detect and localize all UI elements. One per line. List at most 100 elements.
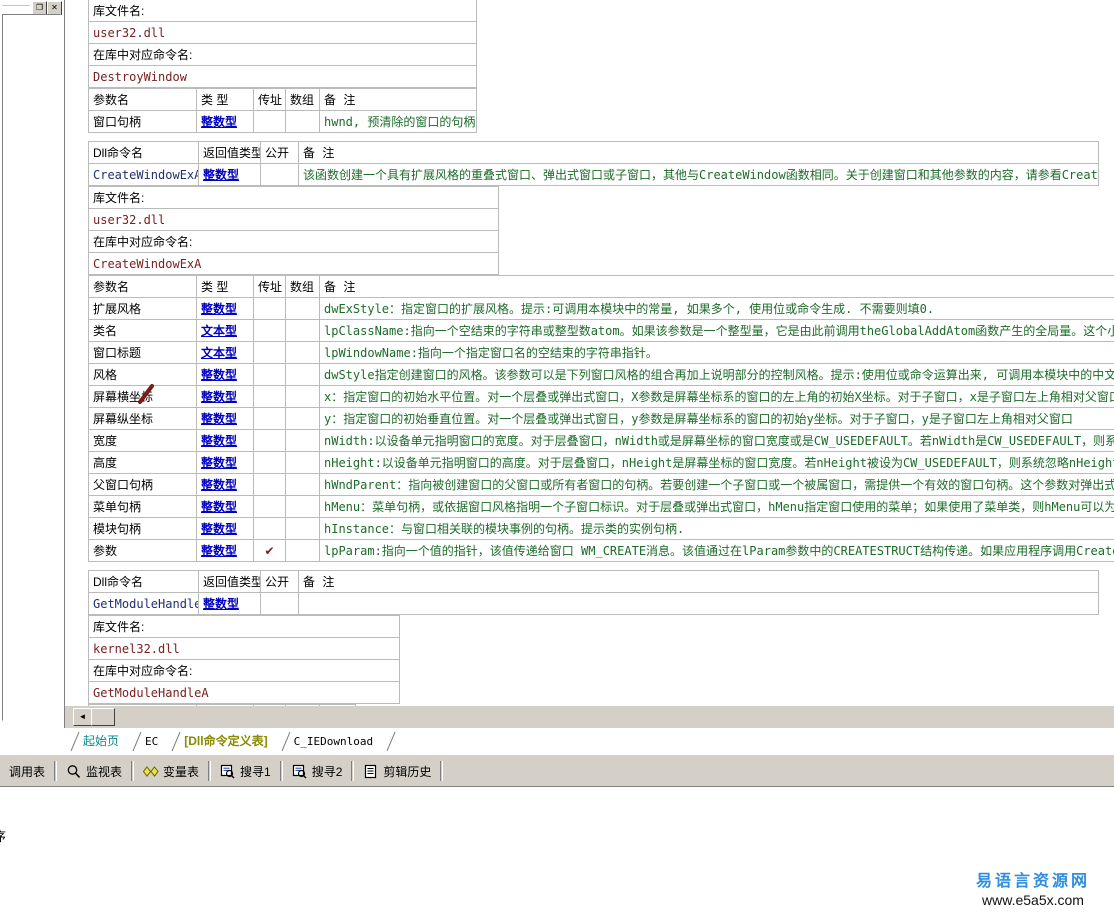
table-row[interactable]: 父窗口句柄整数型 hWndParent：指向被创建窗口的父窗口或所有者窗口的句柄。… [89, 474, 1114, 496]
cell-by-ref[interactable] [254, 298, 286, 320]
dll-definition-table-editor[interactable]: 库文件名:user32.dll在库中对应命令名:DestroyWindow参数名… [65, 0, 1114, 706]
table-row[interactable]: 模块句柄整数型hInstance：与窗口相关联的模块事例的句柄。提示类的实例句柄… [89, 518, 1114, 540]
type-link[interactable]: 整数型 [201, 544, 237, 558]
cell-param-type[interactable]: 整数型 [197, 540, 254, 562]
cell-param-remark[interactable]: x：指定窗口的初始水平位置。对一个层叠或弹出式窗口，X参数是屏幕坐标系的窗口的左… [320, 386, 1114, 408]
cell-by-ref[interactable] [254, 496, 286, 518]
cell-param-name[interactable]: 屏幕横坐标 [89, 386, 197, 408]
cell-array[interactable] [286, 298, 320, 320]
cell-param-remark[interactable]: hwnd, 预清除的窗口的句柄 [320, 111, 477, 133]
cell-by-ref[interactable] [254, 518, 286, 540]
cell-param-name[interactable]: 窗口句柄 [89, 111, 197, 133]
cell-param-name[interactable]: 宽度 [89, 430, 197, 452]
cell-param-type[interactable]: 整数型 [197, 298, 254, 320]
table-row[interactable]: CreateWindowExA [89, 253, 499, 275]
bottom-tool-4[interactable]: 搜寻1 [211, 759, 280, 783]
cell-array[interactable] [286, 474, 320, 496]
cell-param-name[interactable]: 参数 [89, 540, 197, 562]
scroll-left-button[interactable]: ◄ [73, 708, 92, 726]
horizontal-scrollbar[interactable]: ◄ [65, 706, 1114, 728]
cell-param-remark[interactable]: hWndParent：指向被创建窗口的父窗口或所有者窗口的句柄。若要创建一个子窗… [320, 474, 1114, 496]
bottom-tool-1[interactable]: 调用表 [0, 759, 54, 783]
table-row[interactable]: DestroyWindow [89, 66, 477, 88]
type-link[interactable]: 整数型 [201, 500, 237, 514]
bottom-tool-6[interactable]: 剪辑历史 [354, 759, 440, 783]
cell-param-name[interactable]: 类名 [89, 320, 197, 342]
document-tab-1[interactable]: 起始页 [70, 731, 135, 752]
type-link[interactable]: 整数型 [203, 168, 239, 182]
cell-remark[interactable]: 该函数创建一个具有扩展风格的重叠式窗口、弹出式窗口或子窗口，其他与CreateW… [299, 164, 1099, 186]
type-link[interactable]: 整数型 [201, 368, 237, 382]
cell-by-ref[interactable]: ✔ [254, 540, 286, 562]
bottom-tool-bar[interactable]: 调用表监视表变量表搜寻1搜寻2剪辑历史 [0, 754, 1114, 787]
table-row[interactable]: GetModuleHandle_整数整数型 [89, 593, 1099, 615]
cell-by-ref[interactable] [254, 408, 286, 430]
cell-by-ref[interactable] [254, 342, 286, 364]
cell-param-type[interactable]: 整数型 [197, 111, 254, 133]
cell-array[interactable] [286, 386, 320, 408]
cell-by-ref[interactable] [254, 111, 286, 133]
cell-param-type[interactable]: 整数型 [197, 474, 254, 496]
bottom-tool-2[interactable]: 监视表 [57, 759, 131, 783]
mdi-close-button[interactable]: ✕ [47, 1, 62, 15]
cell-param-name[interactable]: 高度 [89, 452, 197, 474]
cell-param-type[interactable]: 整数型 [197, 386, 254, 408]
cell-by-ref[interactable] [254, 474, 286, 496]
cell-param-remark[interactable]: dwExStyle：指定窗口的扩展风格。提示:可调用本模块中的常量, 如果多个,… [320, 298, 1114, 320]
type-link[interactable]: 整数型 [201, 522, 237, 536]
document-tab-2[interactable]: EC [132, 731, 174, 752]
table-row[interactable]: 扩展风格整数型dwExStyle：指定窗口的扩展风格。提示:可调用本模块中的常量… [89, 298, 1114, 320]
table-row[interactable]: kernel32.dll [89, 638, 400, 660]
table-row[interactable]: 高度整数型 nHeight:以设备单元指明窗口的高度。对于层叠窗口，nHeight… [89, 452, 1114, 474]
cell-public[interactable] [261, 164, 299, 186]
table-row[interactable]: 参数整数型 ✔ lpParam:指向一个值的指针，该值传递给窗口 WM_CREATE… [89, 540, 1114, 562]
cell-array[interactable] [286, 111, 320, 133]
value-library-file[interactable]: user32.dll [89, 209, 499, 231]
bottom-tool-5[interactable]: 搜寻2 [283, 759, 352, 783]
cell-param-type[interactable]: 文本型 [197, 320, 254, 342]
cell-public[interactable] [261, 593, 299, 615]
table-row[interactable]: 风格整数型dwStyle指定创建窗口的风格。该参数可以是下列窗口风格的组合再加上… [89, 364, 1114, 386]
cell-array[interactable] [286, 518, 320, 540]
document-tab-3[interactable]: [Dll命令定义表] [171, 731, 283, 752]
mdi-restore-button[interactable]: ❐ [32, 1, 47, 15]
cell-param-type[interactable]: 整数型 [197, 408, 254, 430]
value-library-file[interactable]: user32.dll [89, 22, 477, 44]
table-row[interactable]: user32.dll [89, 22, 477, 44]
cell-param-type[interactable]: 文本型 [197, 342, 254, 364]
cell-param-remark[interactable]: lpWindowName:指向一个指定窗口名的空结束的字符串指针。 [320, 342, 1114, 364]
type-link[interactable]: 整数型 [201, 390, 237, 404]
cell-array[interactable] [286, 430, 320, 452]
type-link[interactable]: 整数型 [201, 456, 237, 470]
cell-param-remark[interactable]: lpClassName:指向一个空结束的字符串或整型数atom。如果该参数是一个… [320, 320, 1114, 342]
type-link[interactable]: 整数型 [201, 478, 237, 492]
cell-remark[interactable] [299, 593, 1099, 615]
cell-param-type[interactable]: 整数型 [197, 430, 254, 452]
left-panel-body[interactable] [2, 14, 61, 721]
type-link[interactable]: 文本型 [201, 324, 237, 338]
cell-param-name[interactable]: 模块句柄 [89, 518, 197, 540]
cell-param-remark[interactable]: lpParam:指向一个值的指针，该值传递给窗口 WM_CREATE消息。该值通… [320, 540, 1114, 562]
cell-return-type[interactable]: 整数型 [199, 593, 261, 615]
value-library-command[interactable]: CreateWindowExA [89, 253, 499, 275]
cell-param-remark[interactable]: nWidth:以设备单元指明窗口的宽度。对于层叠窗口，nWidth或是屏幕坐标的… [320, 430, 1114, 452]
scroll-thumb[interactable] [91, 708, 115, 726]
table-row[interactable]: user32.dll [89, 209, 499, 231]
cell-array[interactable] [286, 452, 320, 474]
cell-param-type[interactable]: 整数型 [197, 452, 254, 474]
cell-dll-command-name[interactable]: GetModuleHandle_整数 [89, 593, 199, 615]
cell-array[interactable] [286, 540, 320, 562]
table-row[interactable]: 屏幕纵坐标整数型y：指定窗口的初始垂直位置。对一个层叠或弹出式窗日，y参数是屏幕… [89, 408, 1114, 430]
table-row[interactable]: 菜单句柄整数型 hMenu：菜单句柄，或依据窗口风格指明一个子窗口标识。对于层叠或… [89, 496, 1114, 518]
cell-param-type[interactable]: 整数型 [197, 496, 254, 518]
table-row[interactable]: 类名文本型 lpClassName:指向一个空结束的字符串或整型数atom。如果该… [89, 320, 1114, 342]
cell-param-remark[interactable]: hMenu：菜单句柄，或依据窗口风格指明一个子窗口标识。对于层叠或弹出式窗口，h… [320, 496, 1114, 518]
cell-param-name[interactable]: 菜单句柄 [89, 496, 197, 518]
document-tab-4[interactable]: C_IEDownload [281, 731, 389, 752]
cell-param-remark[interactable]: nHeight:以设备单元指明窗口的高度。对于层叠窗口，nHeight是屏幕坐标… [320, 452, 1114, 474]
cell-param-name[interactable]: 父窗口句柄 [89, 474, 197, 496]
table-row[interactable]: 窗口句柄整数型 hwnd, 预清除的窗口的句柄 [89, 111, 477, 133]
type-link[interactable]: 整数型 [201, 434, 237, 448]
cell-param-name[interactable]: 屏幕纵坐标 [89, 408, 197, 430]
cell-by-ref[interactable] [254, 364, 286, 386]
